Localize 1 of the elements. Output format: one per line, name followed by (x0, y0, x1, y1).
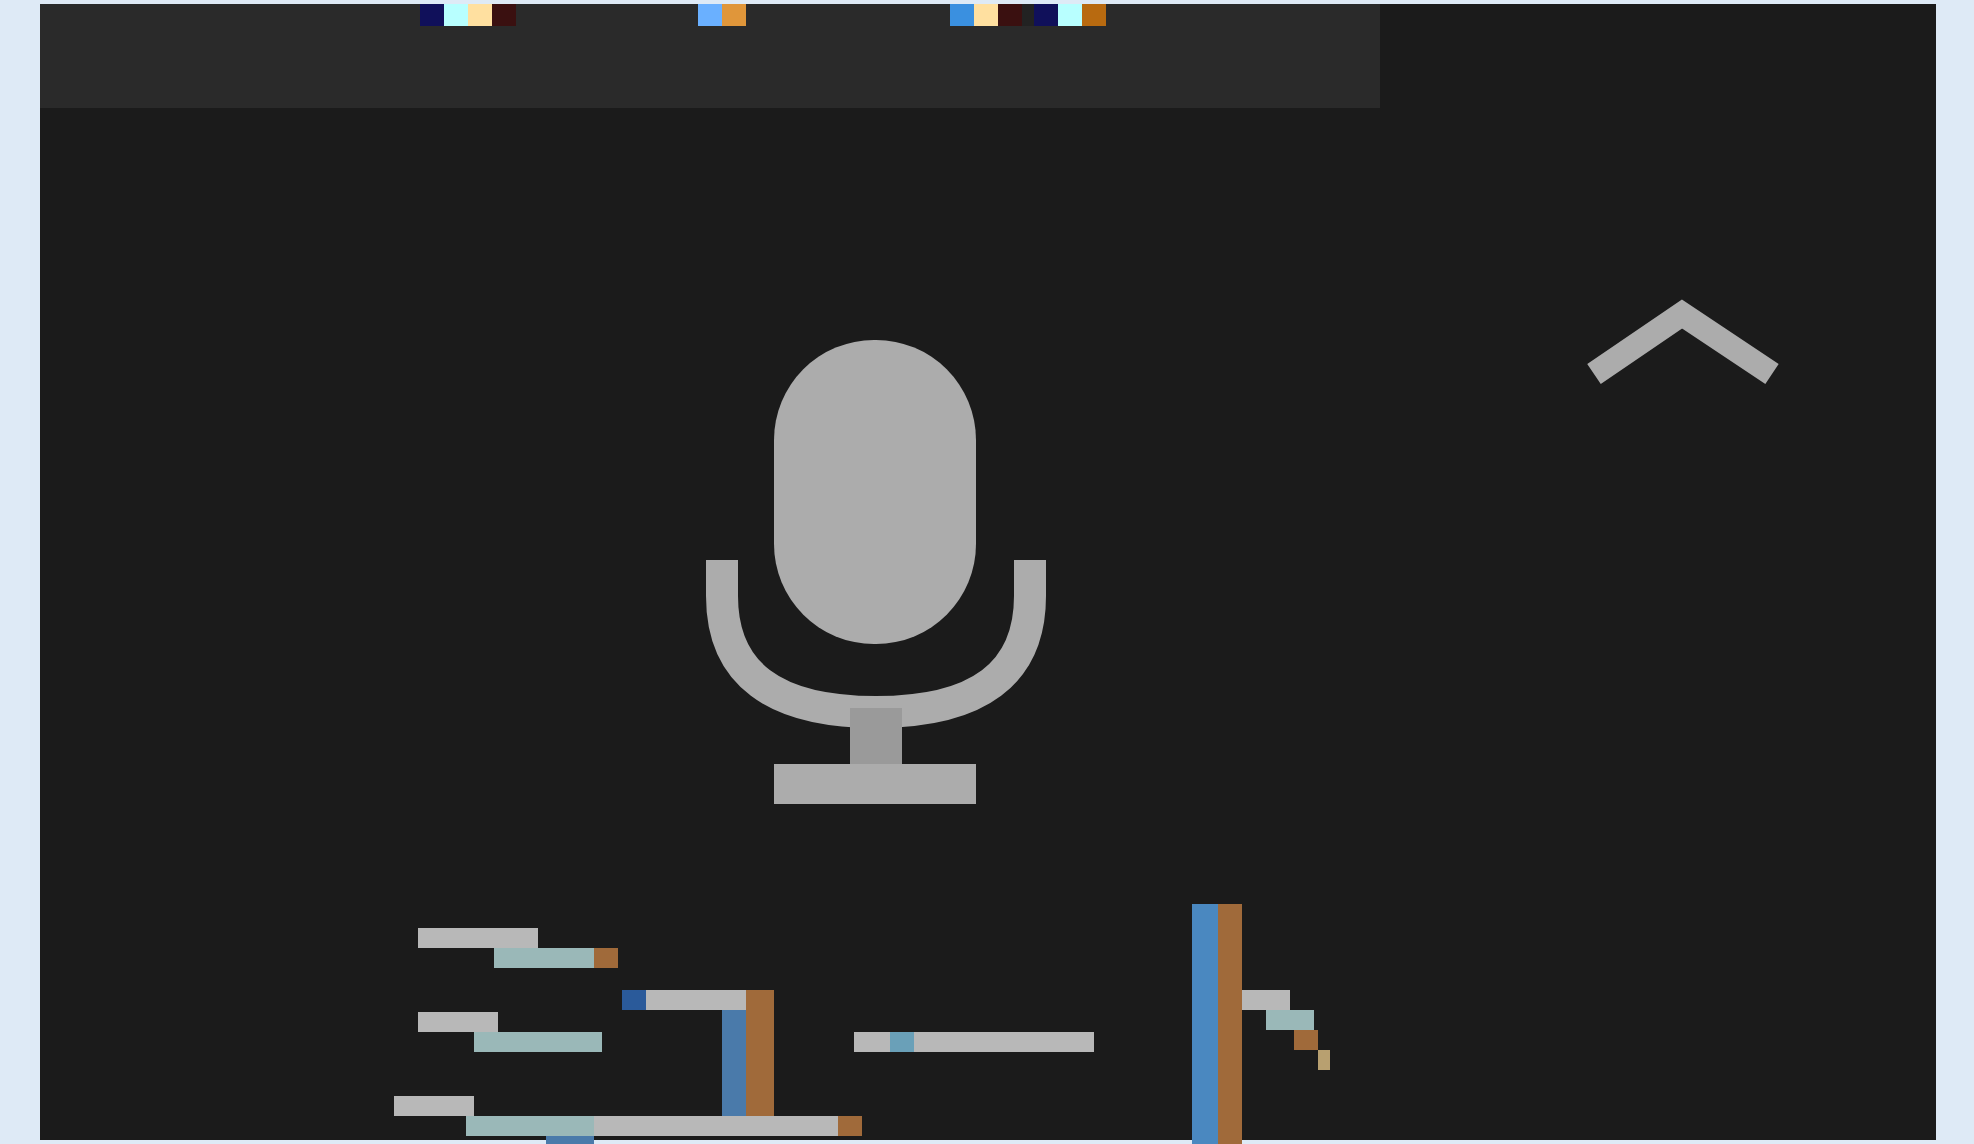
caret-up-icon (1582, 298, 1784, 384)
